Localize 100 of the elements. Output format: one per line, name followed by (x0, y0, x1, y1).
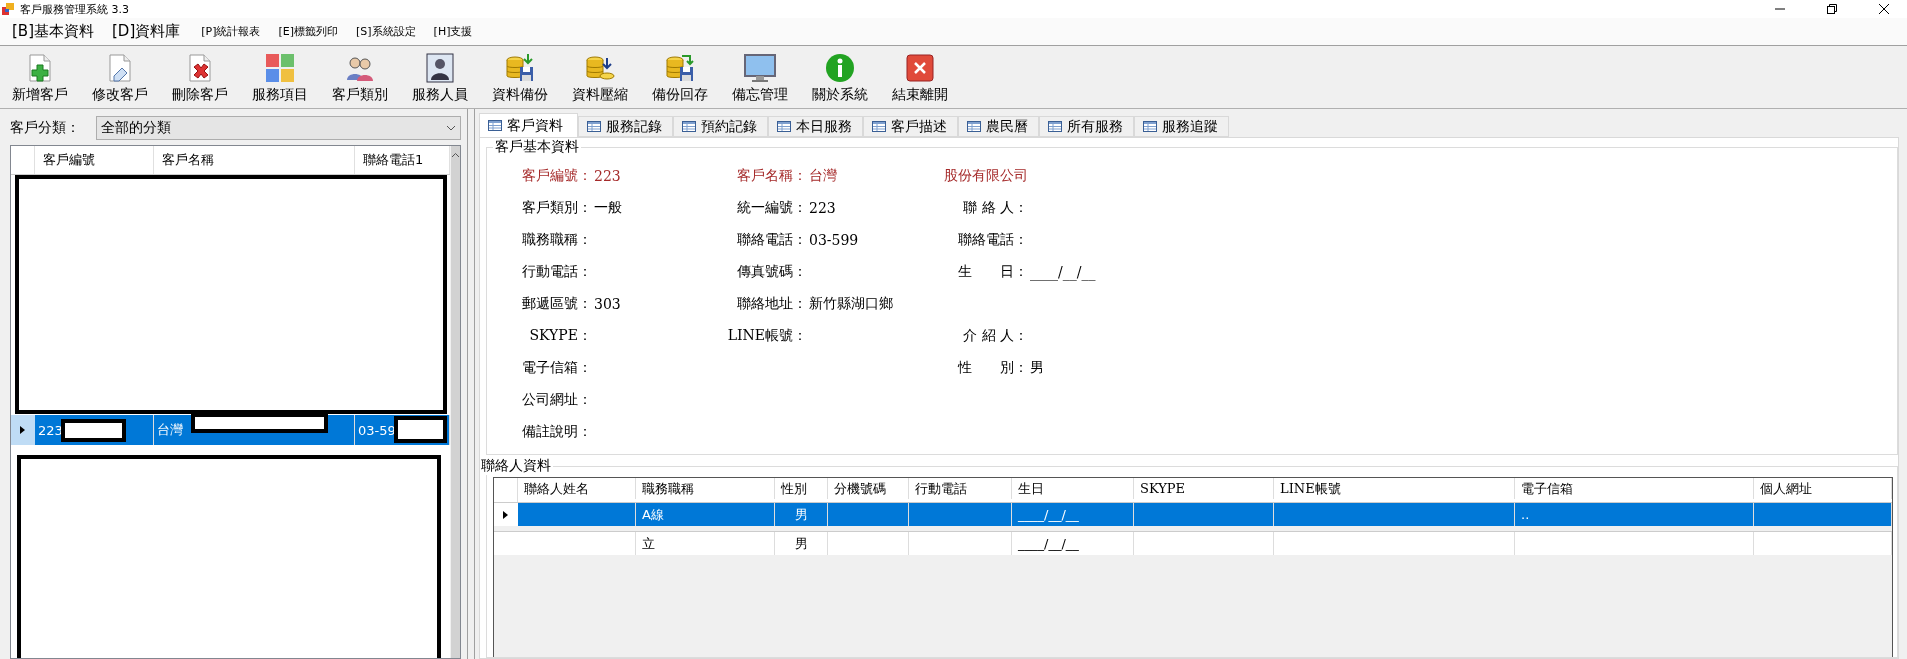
table-cell[interactable] (1134, 532, 1274, 555)
menu-item[interactable]: [D]資料庫 (106, 22, 193, 41)
person-portrait-icon (424, 52, 456, 84)
table-cell[interactable] (909, 532, 1012, 555)
field-label: 職務職稱： (521, 231, 592, 249)
app-icon (2, 3, 14, 15)
database-restore-icon (664, 52, 696, 84)
table-icon (777, 121, 791, 132)
tab[interactable]: 本日服務 (768, 116, 863, 137)
info-icon (824, 52, 856, 84)
field-value: 223 (808, 200, 837, 216)
close-icon (1879, 4, 1889, 14)
close-icon (904, 52, 936, 84)
field-label: SKYPE： (528, 327, 592, 345)
field-value: 男 (1029, 359, 1045, 377)
field-value: 股份有限公司 (944, 167, 1029, 185)
field-label: 電子信箱： (521, 359, 592, 377)
column-header[interactable]: 個人網址 (1754, 478, 1892, 499)
table-cell[interactable]: 台灣 (157, 421, 183, 439)
field-label: 客戶編號： (521, 167, 592, 185)
toolbar-button[interactable]: 服務人員 (400, 48, 480, 104)
column-header[interactable]: 聯絡人姓名 (518, 478, 636, 499)
field-label: 行動電話： (521, 263, 592, 281)
menu-item[interactable]: [B]基本資料 (6, 22, 106, 41)
tab[interactable]: 所有服務 (1039, 116, 1134, 137)
toolbar-button[interactable]: 關於系統 (800, 48, 880, 104)
field-label: 聯絡電話： (736, 231, 807, 249)
table-cell[interactable]: 立 (636, 532, 775, 555)
toolbar-button[interactable]: 備忘管理 (720, 48, 800, 104)
toolbar-button[interactable]: 資料備份 (480, 48, 560, 104)
table-icon (872, 121, 886, 132)
table-cell[interactable]: ____/__/__ (1012, 503, 1134, 526)
field-value: ____/__/__ (1029, 264, 1097, 280)
column-header[interactable]: 性別 (775, 478, 828, 499)
redaction-box (394, 416, 447, 443)
caret-icon (502, 509, 510, 520)
menu-item[interactable]: [E]標籤列印 (269, 24, 348, 39)
table-icon (1143, 121, 1157, 132)
table-cell[interactable]: 223 (38, 422, 63, 438)
field-label: 郵遞區號： (521, 295, 592, 313)
toolbar-button[interactable]: 服務項目 (240, 48, 320, 104)
table-cell[interactable] (828, 532, 909, 555)
menu-item[interactable]: [S]系統設定 (347, 24, 425, 39)
column-header[interactable]: 客戶名稱 (154, 146, 355, 174)
tab[interactable]: 客戶資料 (479, 113, 578, 137)
table-cell[interactable] (518, 503, 636, 526)
group-title: 聯絡人資料 (480, 457, 552, 475)
tab[interactable]: 服務記錄 (578, 116, 673, 137)
toolbar-button[interactable]: 結束離開 (880, 48, 960, 104)
tab[interactable]: 客戶描述 (863, 116, 958, 137)
field-label: LINE帳號： (726, 327, 807, 345)
table-cell[interactable] (909, 503, 1012, 526)
monitor-icon (744, 52, 776, 84)
table-cell[interactable] (828, 503, 909, 526)
redaction-box (61, 419, 126, 442)
tab[interactable]: 服務追蹤 (1134, 116, 1229, 137)
table-cell[interactable] (1134, 503, 1274, 526)
table-cell[interactable]: A線 (636, 503, 775, 526)
field-label: 性 別： (956, 359, 1028, 377)
tab[interactable]: 農民曆 (958, 116, 1039, 137)
table-cell[interactable] (1274, 503, 1515, 526)
table-icon (488, 120, 502, 131)
toolbar-button[interactable]: 備份回存 (640, 48, 720, 104)
menu-item[interactable]: [P]統計報表 (192, 24, 270, 39)
field-label: 聯絡地址： (736, 295, 807, 313)
column-header[interactable]: SKYPE (1134, 478, 1274, 499)
table-cell[interactable]: 男 (775, 532, 828, 555)
table-cell[interactable] (518, 532, 636, 555)
field-value: 223 (593, 168, 622, 184)
column-header[interactable]: 客戶編號 (35, 146, 154, 174)
table-icon (1048, 121, 1062, 132)
toolbar-button[interactable]: 客戶類別 (320, 48, 400, 104)
toolbar-button[interactable]: 新增客戶 (0, 48, 80, 104)
field-label: 生 日： (957, 263, 1028, 281)
table-cell[interactable]: .. (1515, 503, 1754, 526)
toolbar-button[interactable]: 刪除客戶 (160, 48, 240, 104)
column-header[interactable]: LINE帳號 (1274, 478, 1515, 499)
field-label: 聯絡電話： (957, 231, 1028, 249)
field-value: 一般 (593, 199, 623, 217)
toolbar-button[interactable]: 修改客戶 (80, 48, 160, 104)
table-cell[interactable]: 男 (775, 503, 828, 526)
table-cell[interactable]: ____/__/__ (1012, 532, 1134, 555)
column-header[interactable]: 生日 (1012, 478, 1134, 499)
table-cell[interactable] (1754, 503, 1892, 526)
table-cell[interactable] (1515, 532, 1754, 555)
scrollbar[interactable] (450, 146, 460, 658)
menu-item[interactable]: [H]支援 (424, 24, 482, 39)
column-header[interactable]: 行動電話 (909, 478, 1012, 499)
column-header[interactable]: 分機號碼 (828, 478, 909, 499)
toolbar-button[interactable]: 資料壓縮 (560, 48, 640, 104)
table-cell[interactable] (1274, 532, 1515, 555)
field-label: 客戶名稱： (736, 167, 807, 185)
column-header[interactable]: 電子信箱 (1515, 478, 1754, 499)
field-label: 公司網址： (521, 391, 592, 409)
color-grid-icon (264, 52, 296, 84)
table-cell[interactable] (1754, 532, 1892, 555)
field-label: 統一編號： (736, 199, 807, 217)
tab[interactable]: 預約記錄 (673, 116, 768, 137)
category-dropdown[interactable]: 全部的分類 (96, 116, 461, 140)
column-header[interactable]: 職務職稱 (636, 478, 775, 499)
